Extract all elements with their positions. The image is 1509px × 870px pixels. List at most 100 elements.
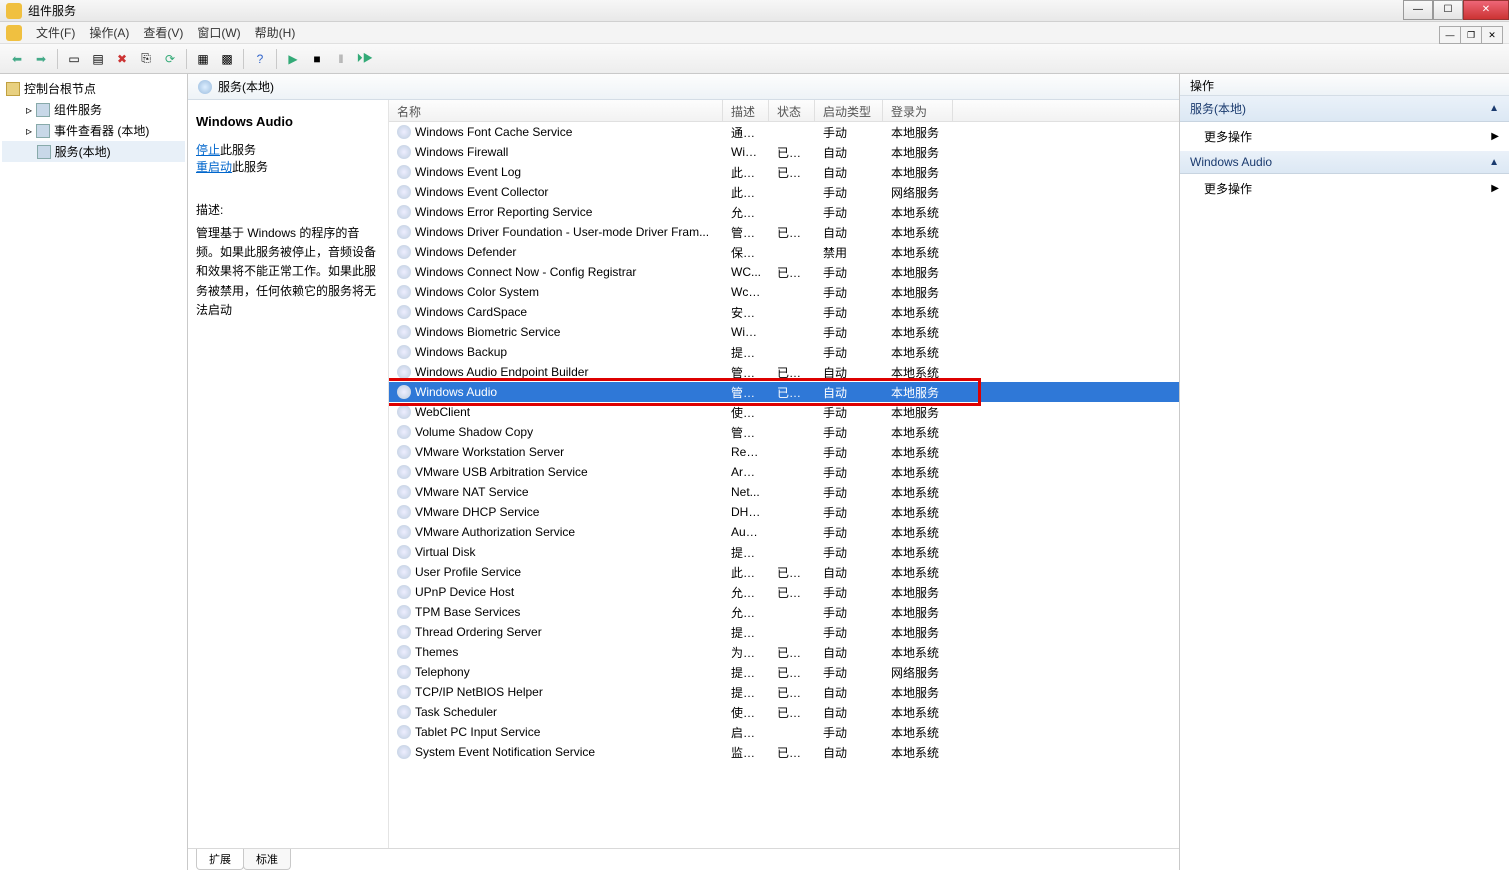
service-logon: 本地服务 bbox=[883, 144, 953, 161]
service-name: Volume Shadow Copy bbox=[415, 425, 533, 439]
service-row[interactable]: UPnP Device Host允许...已启动手动本地服务 bbox=[389, 582, 1179, 602]
service-row[interactable]: Windows CardSpace安全...手动本地系统 bbox=[389, 302, 1179, 322]
tree-root[interactable]: 控制台根节点 bbox=[2, 78, 185, 99]
service-row[interactable]: Themes为用...已启动自动本地系统 bbox=[389, 642, 1179, 662]
service-logon: 本地系统 bbox=[883, 204, 953, 221]
service-start: 手动 bbox=[815, 464, 883, 481]
gear-icon bbox=[397, 665, 411, 679]
delete-button[interactable]: ✖ bbox=[111, 48, 133, 70]
col-start[interactable]: 启动类型 bbox=[815, 100, 883, 121]
menu-help[interactable]: 帮助(H) bbox=[255, 24, 296, 41]
service-row[interactable]: Task Scheduler使用...已启动自动本地系统 bbox=[389, 702, 1179, 722]
service-row[interactable]: Windows Backup提供...手动本地系统 bbox=[389, 342, 1179, 362]
menu-window[interactable]: 窗口(W) bbox=[197, 24, 240, 41]
refresh-button[interactable]: ⟳ bbox=[159, 48, 181, 70]
gear-icon bbox=[397, 705, 411, 719]
forward-button[interactable]: ➡ bbox=[30, 48, 52, 70]
col-desc[interactable]: 描述 bbox=[723, 100, 769, 121]
col-logon[interactable]: 登录为 bbox=[883, 100, 953, 121]
service-row[interactable]: Windows Event Log此服...已启动自动本地服务 bbox=[389, 162, 1179, 182]
service-desc: DHC... bbox=[723, 505, 769, 519]
view2-button[interactable]: ▩ bbox=[216, 48, 238, 70]
action-group-selected[interactable]: Windows Audio▲ bbox=[1180, 151, 1509, 174]
service-row[interactable]: Tablet PC Input Service启用...手动本地系统 bbox=[389, 722, 1179, 742]
service-row[interactable]: Windows Error Reporting Service允许...手动本地… bbox=[389, 202, 1179, 222]
show-hide-button[interactable]: ▭ bbox=[63, 48, 85, 70]
gear-icon bbox=[397, 365, 411, 379]
pause-button[interactable]: ‖ bbox=[330, 48, 352, 70]
restart-link[interactable]: 重启动 bbox=[196, 160, 232, 174]
service-logon: 本地服务 bbox=[883, 624, 953, 641]
gear-icon bbox=[397, 545, 411, 559]
export-button[interactable]: ⎘ bbox=[135, 48, 157, 70]
service-row[interactable]: Windows Font Cache Service通过...手动本地服务 bbox=[389, 122, 1179, 142]
start-button[interactable]: ▶ bbox=[282, 48, 304, 70]
service-logon: 本地系统 bbox=[883, 504, 953, 521]
service-row[interactable]: Windows FirewallWin...已启动自动本地服务 bbox=[389, 142, 1179, 162]
tree-item-component-services[interactable]: ▹ 组件服务 bbox=[2, 99, 185, 120]
menu-action[interactable]: 操作(A) bbox=[89, 24, 129, 41]
service-row[interactable]: VMware NAT ServiceNet...手动本地系统 bbox=[389, 482, 1179, 502]
service-row[interactable]: VMware Authorization ServiceAuth...手动本地系… bbox=[389, 522, 1179, 542]
back-button[interactable]: ⬅ bbox=[6, 48, 28, 70]
service-row[interactable]: Telephony提供...已启动手动网络服务 bbox=[389, 662, 1179, 682]
service-row[interactable]: Virtual Disk提供...手动本地系统 bbox=[389, 542, 1179, 562]
service-desc: Arbit... bbox=[723, 465, 769, 479]
service-name: WebClient bbox=[415, 405, 470, 419]
tree-item-event-viewer[interactable]: ▹ 事件查看器 (本地) bbox=[2, 120, 185, 141]
service-list: 名称 描述 状态 启动类型 登录为 Windows Font Cache Ser… bbox=[388, 100, 1179, 848]
mdi-close-button[interactable]: ✕ bbox=[1481, 26, 1503, 44]
gear-icon bbox=[397, 485, 411, 499]
service-row[interactable]: System Event Notification Service监视...已启… bbox=[389, 742, 1179, 762]
service-row[interactable]: User Profile Service此服...已启动自动本地系统 bbox=[389, 562, 1179, 582]
service-row[interactable]: Windows Audio管理...已启动自动本地服务 bbox=[389, 382, 1179, 402]
tree-item-services[interactable]: 服务(本地) bbox=[2, 141, 185, 162]
service-row[interactable]: Windows Color SystemWcs...手动本地服务 bbox=[389, 282, 1179, 302]
tab-extended[interactable]: 扩展 bbox=[196, 849, 244, 870]
service-row[interactable]: Thread Ordering Server提供...手动本地服务 bbox=[389, 622, 1179, 642]
help-button[interactable]: ? bbox=[249, 48, 271, 70]
menu-view[interactable]: 查看(V) bbox=[143, 24, 183, 41]
action-group-services[interactable]: 服务(本地)▲ bbox=[1180, 96, 1509, 122]
service-name: Windows Driver Foundation - User-mode Dr… bbox=[415, 225, 709, 239]
service-row[interactable]: Windows Audio Endpoint Builder管理...已启动自动… bbox=[389, 362, 1179, 382]
stop-link[interactable]: 停止 bbox=[196, 143, 220, 157]
mdi-minimize-button[interactable]: — bbox=[1439, 26, 1461, 44]
properties-button[interactable]: ▤ bbox=[87, 48, 109, 70]
col-status[interactable]: 状态 bbox=[769, 100, 815, 121]
minimize-button[interactable]: — bbox=[1403, 0, 1433, 20]
service-desc: 允许... bbox=[723, 584, 769, 601]
stop-button[interactable]: ■ bbox=[306, 48, 328, 70]
actions-pane: 操作 服务(本地)▲ 更多操作▶ Windows Audio▲ 更多操作▶ bbox=[1179, 74, 1509, 870]
tab-standard[interactable]: 标准 bbox=[243, 849, 291, 870]
service-row[interactable]: Windows Event Collector此服...手动网络服务 bbox=[389, 182, 1179, 202]
restart-button[interactable]: ⏵▶ bbox=[354, 48, 376, 70]
service-row[interactable]: Windows Defender保护...禁用本地系统 bbox=[389, 242, 1179, 262]
menu-file[interactable]: 文件(F) bbox=[36, 24, 75, 41]
service-row[interactable]: WebClient使基...手动本地服务 bbox=[389, 402, 1179, 422]
action-group-label: Windows Audio bbox=[1190, 155, 1272, 169]
service-row[interactable]: VMware USB Arbitration ServiceArbit...手动… bbox=[389, 462, 1179, 482]
service-logon: 本地系统 bbox=[883, 364, 953, 381]
view1-button[interactable]: ▦ bbox=[192, 48, 214, 70]
service-row[interactable]: VMware DHCP ServiceDHC...手动本地系统 bbox=[389, 502, 1179, 522]
list-body[interactable]: Windows Font Cache Service通过...手动本地服务Win… bbox=[389, 122, 1179, 848]
service-row[interactable]: Windows Connect Now - Config RegistrarWC… bbox=[389, 262, 1179, 282]
service-desc: Auth... bbox=[723, 525, 769, 539]
col-name[interactable]: 名称 bbox=[389, 100, 723, 121]
service-name: VMware Workstation Server bbox=[415, 445, 564, 459]
service-row[interactable]: VMware Workstation ServerRem...手动本地系统 bbox=[389, 442, 1179, 462]
action-more-services[interactable]: 更多操作▶ bbox=[1180, 122, 1509, 151]
action-more-selected[interactable]: 更多操作▶ bbox=[1180, 174, 1509, 203]
close-button[interactable]: ✕ bbox=[1463, 0, 1509, 20]
maximize-button[interactable]: ☐ bbox=[1433, 0, 1463, 20]
service-row[interactable]: Windows Driver Foundation - User-mode Dr… bbox=[389, 222, 1179, 242]
gear-icon bbox=[397, 725, 411, 739]
service-row[interactable]: Windows Biometric ServiceWin...手动本地系统 bbox=[389, 322, 1179, 342]
mdi-restore-button[interactable]: ❐ bbox=[1460, 26, 1482, 44]
service-start: 手动 bbox=[815, 184, 883, 201]
description-label: 描述: bbox=[196, 201, 380, 218]
service-row[interactable]: TPM Base Services允许...手动本地服务 bbox=[389, 602, 1179, 622]
service-row[interactable]: Volume Shadow Copy管理...手动本地系统 bbox=[389, 422, 1179, 442]
service-row[interactable]: TCP/IP NetBIOS Helper提供...已启动自动本地服务 bbox=[389, 682, 1179, 702]
